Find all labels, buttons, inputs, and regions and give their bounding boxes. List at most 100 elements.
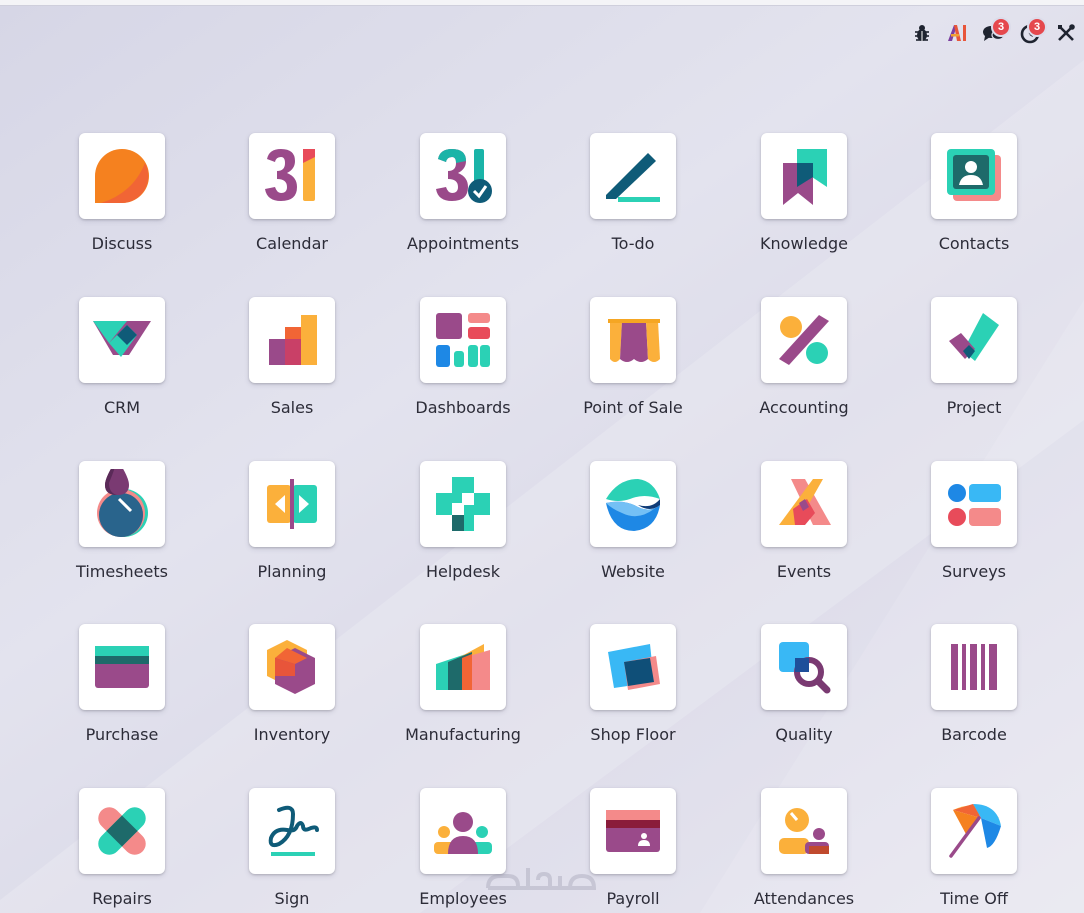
app-tile [249, 297, 335, 383]
chat-icon[interactable]: 3 [976, 16, 1012, 50]
sales-icon [269, 315, 317, 365]
app-tile [590, 133, 676, 219]
watermark-logo [486, 868, 597, 890]
surveys-icon [948, 484, 1001, 526]
app-shop-floor[interactable]: Shop Floor [548, 624, 718, 764]
debug-icon[interactable] [904, 16, 940, 50]
crm-icon [93, 321, 151, 357]
top-border [0, 0, 1084, 6]
appointments-icon [436, 149, 492, 203]
app-label: Accounting [759, 398, 849, 417]
app-surveys[interactable]: Surveys [889, 461, 1059, 601]
inventory-icon [267, 640, 315, 694]
app-crm[interactable]: CRM [37, 297, 207, 437]
app-tile [590, 297, 676, 383]
app-label: Sign [274, 889, 310, 908]
website-icon [606, 479, 660, 531]
app-helpdesk[interactable]: Helpdesk [378, 461, 548, 601]
dashboards-icon [436, 313, 490, 367]
app-repairs[interactable]: Repairs [37, 788, 207, 913]
ai-icon[interactable] [940, 16, 976, 50]
app-label: Discuss [91, 234, 153, 253]
app-discuss[interactable]: Discuss [37, 133, 207, 273]
app-accounting[interactable]: Accounting [719, 297, 889, 437]
app-tile [590, 461, 676, 547]
app-dashboards[interactable]: Dashboards [378, 297, 548, 437]
app-time-off[interactable]: Time Off [889, 788, 1059, 913]
purchase-icon [95, 646, 149, 688]
app-point-of-sale[interactable]: Point of Sale [548, 297, 718, 437]
calendar-icon [265, 149, 315, 201]
app-tile [79, 133, 165, 219]
app-contacts[interactable]: Contacts [889, 133, 1059, 273]
todo-icon [606, 153, 660, 202]
app-quality[interactable]: Quality [719, 624, 889, 764]
app-timesheets[interactable]: Timesheets [37, 461, 207, 601]
app-tile [931, 461, 1017, 547]
planning-icon [267, 479, 317, 529]
app-tile [931, 624, 1017, 710]
app-barcode[interactable]: Barcode [889, 624, 1059, 764]
app-label: Timesheets [76, 562, 168, 581]
app-manufacturing[interactable]: Manufacturing [378, 624, 548, 764]
app-purchase[interactable]: Purchase [37, 624, 207, 764]
app-sales[interactable]: Sales [207, 297, 377, 437]
app-appointments[interactable]: Appointments [378, 133, 548, 273]
app-sign[interactable]: Sign [207, 788, 377, 913]
activity-clock-icon[interactable]: 3 [1012, 16, 1048, 50]
app-label: Events [776, 562, 832, 581]
app-label: Repairs [92, 889, 152, 908]
app-label: Contacts [938, 234, 1010, 253]
quality-icon [779, 642, 831, 694]
app-label: Dashboards [415, 398, 511, 417]
app-tile [249, 133, 335, 219]
watermark [478, 858, 608, 912]
app-label: Helpdesk [425, 562, 501, 581]
app-tile [420, 461, 506, 547]
app-calendar[interactable]: Calendar [207, 133, 377, 273]
app-project[interactable]: Project [889, 297, 1059, 437]
point-of-sale-icon [608, 319, 660, 362]
app-planning[interactable]: Planning [207, 461, 377, 601]
project-icon [949, 313, 999, 361]
time-off-icon [949, 804, 1001, 858]
app-tile [420, 297, 506, 383]
app-tile [249, 624, 335, 710]
app-knowledge[interactable]: Knowledge [719, 133, 889, 273]
app-label: Planning [257, 562, 327, 581]
app-tile [761, 461, 847, 547]
app-attendances[interactable]: Attendances [719, 788, 889, 913]
app-tile [249, 461, 335, 547]
manufacturing-icon [436, 644, 490, 690]
app-tile [420, 133, 506, 219]
timesheets-icon [97, 469, 148, 537]
app-label: Surveys [942, 562, 1006, 581]
app-website[interactable]: Website [548, 461, 718, 601]
app-inventory[interactable]: Inventory [207, 624, 377, 764]
app-label: Quality [775, 725, 833, 744]
app-tile [79, 624, 165, 710]
app-todo[interactable]: To-do [548, 133, 718, 273]
app-tile [249, 788, 335, 874]
app-label: Point of Sale [583, 398, 683, 417]
app-label: Inventory [253, 725, 331, 744]
app-tile [590, 624, 676, 710]
app-label: Website [601, 562, 665, 581]
accounting-icon [779, 315, 829, 365]
app-label: Purchase [85, 725, 159, 744]
app-label: Barcode [941, 725, 1007, 744]
barcode-icon [951, 644, 997, 690]
events-icon [779, 479, 831, 525]
app-tile [931, 297, 1017, 383]
app-tile [761, 788, 847, 874]
app-label: CRM [103, 398, 141, 417]
repairs-icon [98, 807, 146, 855]
contacts-icon [947, 149, 1001, 201]
app-tile [761, 297, 847, 383]
employees-icon [434, 812, 492, 854]
knowledge-icon [783, 149, 827, 205]
app-events[interactable]: Events [719, 461, 889, 601]
helpdesk-icon [436, 477, 490, 531]
app-label: Shop Floor [590, 725, 676, 744]
tools-icon[interactable] [1048, 16, 1084, 50]
